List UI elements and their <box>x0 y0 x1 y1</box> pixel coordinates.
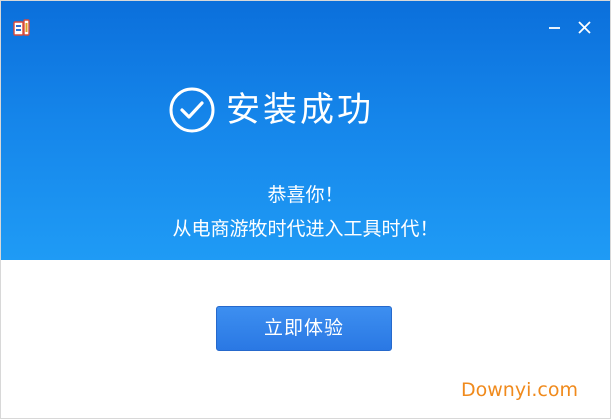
success-heading: 安装成功 <box>168 82 374 138</box>
success-title: 安装成功 <box>226 90 374 130</box>
start-now-button[interactable]: 立即体验 <box>216 306 392 351</box>
check-circle-icon <box>168 86 216 134</box>
close-icon <box>574 16 596 38</box>
close-button[interactable] <box>574 16 596 38</box>
app-logo-icon <box>13 19 31 37</box>
installer-window: 安装成功 恭喜你！ 从电商游牧时代进入工具时代！ 立即体验 Downyi.com <box>0 0 611 419</box>
hero-banner: 安装成功 恭喜你！ 从电商游牧时代进入工具时代！ <box>0 0 611 260</box>
minimize-button[interactable] <box>544 16 566 38</box>
minimize-icon <box>544 16 566 38</box>
watermark-text: Downyi.com <box>461 379 578 401</box>
congrats-message: 恭喜你！ <box>267 184 344 206</box>
tagline-message: 从电商游牧时代进入工具时代！ <box>172 218 439 240</box>
